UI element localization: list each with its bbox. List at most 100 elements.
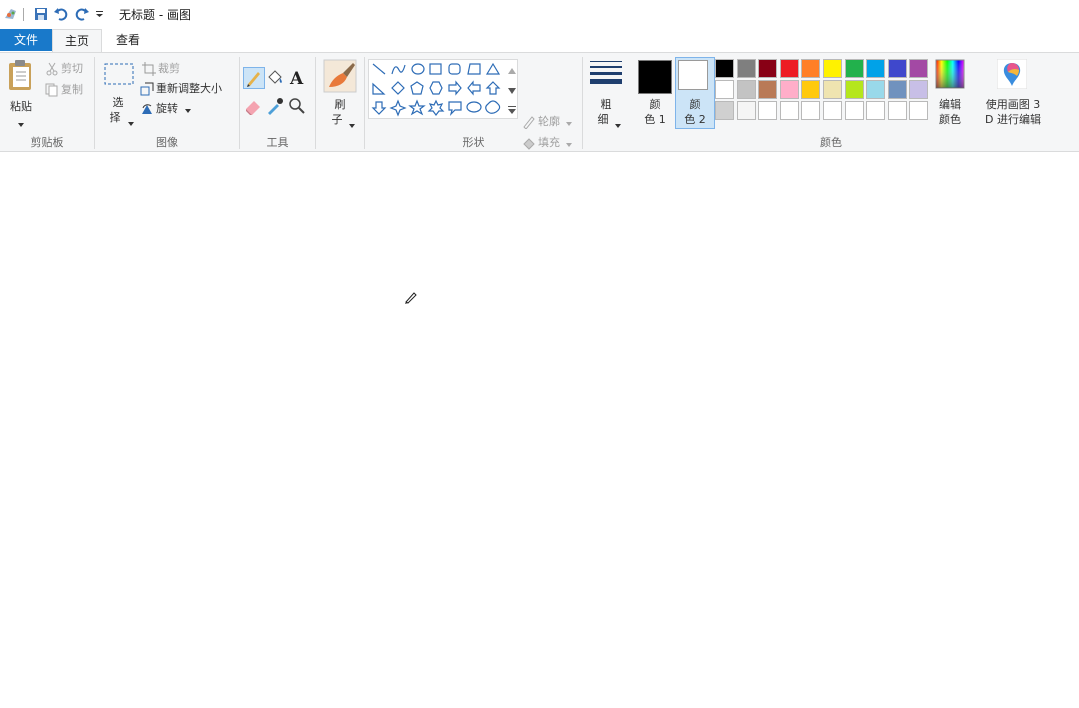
paste-label: 粘贴: [10, 100, 32, 113]
palette-color-swatch[interactable]: [887, 59, 907, 78]
fill-tool[interactable]: [265, 67, 287, 89]
undo-icon[interactable]: [53, 6, 69, 25]
palette-color-swatch[interactable]: [844, 59, 864, 78]
tools-group-label: 工具: [266, 136, 289, 149]
brushes-button[interactable]: 刷 子: [321, 57, 359, 129]
palette-color-swatch[interactable]: [844, 101, 864, 120]
resize-label: 重新调整大小: [156, 82, 222, 95]
outline-icon: [522, 115, 536, 130]
color1-label-line2: 色 1: [644, 113, 666, 126]
color1-swatch: [638, 60, 672, 94]
palette-color-swatch[interactable]: [823, 101, 842, 120]
color1-button[interactable]: 颜 色 1: [635, 57, 675, 129]
customize-quick-access-icon[interactable]: [96, 9, 104, 22]
color2-swatch: [678, 60, 708, 90]
paint3d-label-line1: 使用画图 3: [985, 98, 1041, 111]
scissors-icon: [45, 62, 59, 76]
outline-button[interactable]: 轮廓: [522, 112, 572, 131]
resize-icon: [140, 82, 154, 96]
crop-icon: [142, 62, 156, 76]
palette-color-swatch[interactable]: [715, 59, 734, 78]
save-icon[interactable]: [33, 6, 49, 25]
shapes-scroll-up-icon[interactable]: [508, 64, 516, 77]
palette-color-swatch[interactable]: [715, 80, 734, 99]
brushes-label-line1: 刷: [334, 98, 346, 111]
select-button[interactable]: 选 择: [101, 59, 135, 129]
ribbon-tabs: 文件 主页 查看: [0, 29, 1079, 52]
resize-button[interactable]: 重新调整大小: [140, 79, 222, 98]
brush-icon: [323, 59, 357, 96]
palette-color-swatch[interactable]: [758, 80, 778, 99]
palette-color-swatch[interactable]: [887, 80, 907, 99]
copy-icon: [45, 83, 59, 97]
palette-color-swatch[interactable]: [909, 59, 929, 78]
rainbow-palette-icon: [935, 59, 965, 92]
size-button[interactable]: 粗 细: [587, 57, 625, 129]
magnifier-tool[interactable]: [287, 96, 309, 118]
shapes-gallery: [368, 59, 518, 119]
palette-color-swatch[interactable]: [909, 80, 929, 99]
palette-color-swatch[interactable]: [844, 80, 864, 99]
tab-view[interactable]: 查看: [104, 29, 152, 52]
palette-color-swatch[interactable]: [866, 101, 886, 120]
palette-color-swatch[interactable]: [866, 80, 886, 99]
fill-icon: [522, 136, 536, 150]
palette-color-swatch[interactable]: [909, 101, 929, 120]
pencil-cursor-icon: [404, 290, 418, 307]
colors-group: 粗 细 颜 色 1 颜 色 2 编辑 颜色 使用画图 3 D 进行编辑 颜色: [583, 53, 1079, 153]
palette-color-swatch[interactable]: [801, 59, 821, 78]
copy-label: 复制: [61, 83, 83, 96]
tab-file[interactable]: 文件: [0, 29, 52, 51]
window-title: 无标题 - 画图: [119, 8, 191, 22]
color-picker-tool[interactable]: [265, 96, 287, 118]
palette-color-swatch[interactable]: [736, 101, 756, 120]
redo-icon[interactable]: [74, 6, 90, 25]
ribbon: 粘贴 剪切 复制 剪贴板 选 择 裁剪 重新调整大小 旋转 图像 A 工具 刷 …: [0, 52, 1079, 152]
palette-color-swatch[interactable]: [823, 59, 842, 78]
palette-color-swatch[interactable]: [758, 59, 778, 78]
palette-color-swatch[interactable]: [779, 80, 799, 99]
palette-color-swatch[interactable]: [801, 101, 821, 120]
tools-group: A 工具: [240, 53, 315, 153]
palette-color-swatch[interactable]: [823, 80, 842, 99]
tab-home[interactable]: 主页: [52, 29, 102, 52]
paste-button[interactable]: 粘贴: [4, 57, 38, 127]
brushes-dropdown-icon: [349, 118, 355, 131]
palette-color-swatch[interactable]: [779, 59, 799, 78]
crop-button[interactable]: 裁剪: [142, 59, 180, 78]
edit-with-paint3d-button[interactable]: 使用画图 3 D 进行编辑: [981, 57, 1045, 129]
drawing-canvas[interactable]: [0, 153, 1079, 708]
color2-button[interactable]: 颜 色 2: [675, 57, 715, 129]
text-tool[interactable]: A: [287, 67, 309, 89]
line-size-icon: [589, 59, 623, 92]
palette-color-swatch[interactable]: [866, 59, 886, 78]
rotate-label: 旋转: [156, 102, 178, 115]
palette-color-swatch[interactable]: [887, 101, 907, 120]
eraser-tool[interactable]: [243, 96, 265, 118]
palette-color-swatch[interactable]: [801, 80, 821, 99]
pencil-tool[interactable]: [243, 67, 265, 89]
fill-button[interactable]: 填充: [522, 133, 572, 152]
shapes-scroll-down-icon[interactable]: [508, 84, 516, 97]
paint-app-icon[interactable]: [3, 6, 19, 25]
select-dropdown-icon: [128, 116, 134, 129]
edit-colors-button[interactable]: 编辑 颜色: [933, 57, 967, 129]
palette-color-swatch[interactable]: [736, 80, 756, 99]
eraser-icon: [246, 101, 260, 115]
cut-button[interactable]: 剪切: [45, 59, 83, 78]
crop-label: 裁剪: [158, 62, 180, 75]
palette-color-swatch[interactable]: [715, 101, 734, 120]
color2-label-line2: 色 2: [684, 113, 706, 126]
svg-text:A: A: [289, 69, 304, 87]
palette-color-swatch[interactable]: [758, 101, 778, 120]
fill-label: 填充: [538, 136, 560, 149]
palette-color-swatch[interactable]: [779, 101, 799, 120]
fill-dropdown-icon: [565, 134, 572, 153]
rotate-button[interactable]: 旋转: [140, 99, 191, 118]
palette-color-swatch[interactable]: [736, 59, 756, 78]
shapes-expand-icon[interactable]: [508, 104, 516, 117]
pencil-icon: [247, 72, 260, 87]
copy-button[interactable]: 复制: [45, 80, 83, 99]
select-label-line2: 择: [109, 111, 121, 124]
rotate-dropdown-icon: [184, 100, 191, 119]
